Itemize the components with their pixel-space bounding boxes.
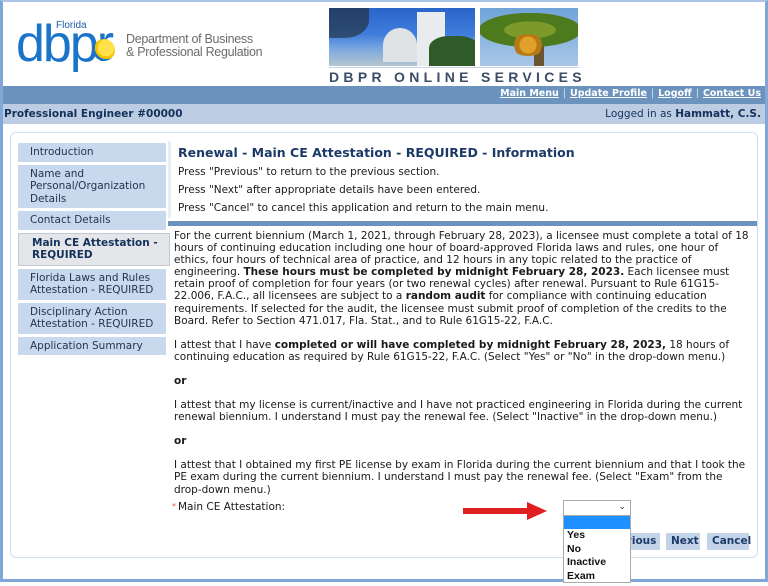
page-title: Renewal - Main CE Attestation - REQUIRED… (178, 145, 575, 160)
instruction-cancel: Press "Cancel" to cancel this applicatio… (178, 202, 549, 214)
instruction-previous: Press "Previous" to return to the previo… (178, 166, 440, 178)
nav-separator: | (650, 88, 655, 99)
dropdown-option-yes[interactable]: Yes (564, 529, 630, 543)
attestation-dropdown-list[interactable]: Yes No Inactive Exam (563, 515, 631, 583)
logged-in-prefix: Logged in as (605, 108, 676, 120)
license-label: Professional Engineer #00000 (4, 108, 183, 120)
site-header: dbpr Florida Department of Business & Pr… (3, 2, 765, 86)
dropdown-option-exam[interactable]: Exam (564, 570, 630, 584)
dropdown-option-no[interactable]: No (564, 543, 630, 557)
nav-separator: | (562, 88, 566, 99)
florida-sun-icon (93, 39, 115, 61)
contact-us-link[interactable]: Contact Us (703, 88, 761, 99)
attest-exam-paragraph: I attest that I obtained my first PE lic… (174, 459, 746, 496)
logged-in-status: Logged in as Hammatt, C.S. (605, 108, 761, 120)
next-button[interactable]: Next (666, 533, 700, 550)
agency-name: Department of Business & Professional Re… (126, 33, 263, 59)
sidebar-item-contact-details[interactable]: Contact Details (18, 211, 166, 230)
cancel-button[interactable]: Cancel (707, 533, 751, 550)
dbpr-logo[interactable]: dbpr Florida Department of Business & Pr… (16, 16, 266, 76)
sidebar-item-disciplinary-attestation[interactable]: Disciplinary Action Attestation - REQUIR… (18, 302, 166, 334)
required-marker: * (172, 502, 176, 511)
header-banner: DBPR ONLINE SERVICES (327, 8, 583, 86)
update-profile-link[interactable]: Update Profile (570, 88, 647, 99)
section-sidebar: Introduction Name and Personal/Organizat… (18, 143, 170, 358)
banner-rule (329, 67, 579, 68)
banner-title: DBPR ONLINE SERVICES (329, 69, 586, 85)
red-arrow-annotation (463, 502, 551, 520)
main-ce-attestation-label: * Main CE Attestation: (172, 501, 286, 513)
chevron-down-icon: ⌄ (618, 502, 626, 512)
top-nav-links: Main Menu | Update Profile | Logoff | Co… (500, 88, 761, 99)
agency-name-line2: & Professional Regulation (126, 45, 263, 59)
sidebar-item-main-ce-attestation[interactable]: Main CE Attestation - REQUIRED (18, 232, 170, 266)
main-content: Renewal - Main CE Attestation - REQUIRED… (168, 141, 757, 508)
palm-tree-photo (480, 8, 578, 66)
user-name: Hammatt, C.S. (675, 108, 761, 120)
dropdown-option-blank[interactable] (564, 516, 630, 529)
main-ce-attestation-select[interactable]: ⌄ (563, 500, 631, 516)
sidebar-item-application-summary[interactable]: Application Summary (18, 336, 166, 355)
top-nav-bar: Main Menu | Update Profile | Logoff | Co… (3, 86, 765, 104)
or-separator: or (174, 374, 187, 387)
attest-completed-paragraph: I attest that I have completed or will h… (174, 338, 730, 363)
or-separator: or (174, 435, 187, 448)
ce-requirements-paragraph: For the current biennium (March 1, 2021,… (174, 230, 749, 327)
attestation-text: For the current biennium (March 1, 2021,… (168, 226, 757, 496)
main-menu-link[interactable]: Main Menu (500, 88, 559, 99)
nav-separator: | (695, 88, 699, 99)
sidebar-item-name-details[interactable]: Name and Personal/Organization Details (18, 164, 166, 208)
attest-inactive-paragraph: I attest that my license is current/inac… (174, 399, 743, 424)
dropdown-option-inactive[interactable]: Inactive (564, 556, 630, 570)
sidebar-item-florida-laws-attestation[interactable]: Florida Laws and Rules Attestation - REQ… (18, 268, 166, 300)
user-bar: Professional Engineer #00000 Logged in a… (3, 104, 765, 124)
instruction-next: Press "Next" after appropriate details h… (178, 184, 481, 196)
sidebar-item-introduction[interactable]: Introduction (18, 143, 166, 162)
instructions-box: Renewal - Main CE Attestation - REQUIRED… (168, 141, 757, 218)
capitol-photo (329, 8, 475, 66)
logo-state: Florida (56, 20, 87, 31)
logoff-link[interactable]: Logoff (658, 88, 692, 99)
